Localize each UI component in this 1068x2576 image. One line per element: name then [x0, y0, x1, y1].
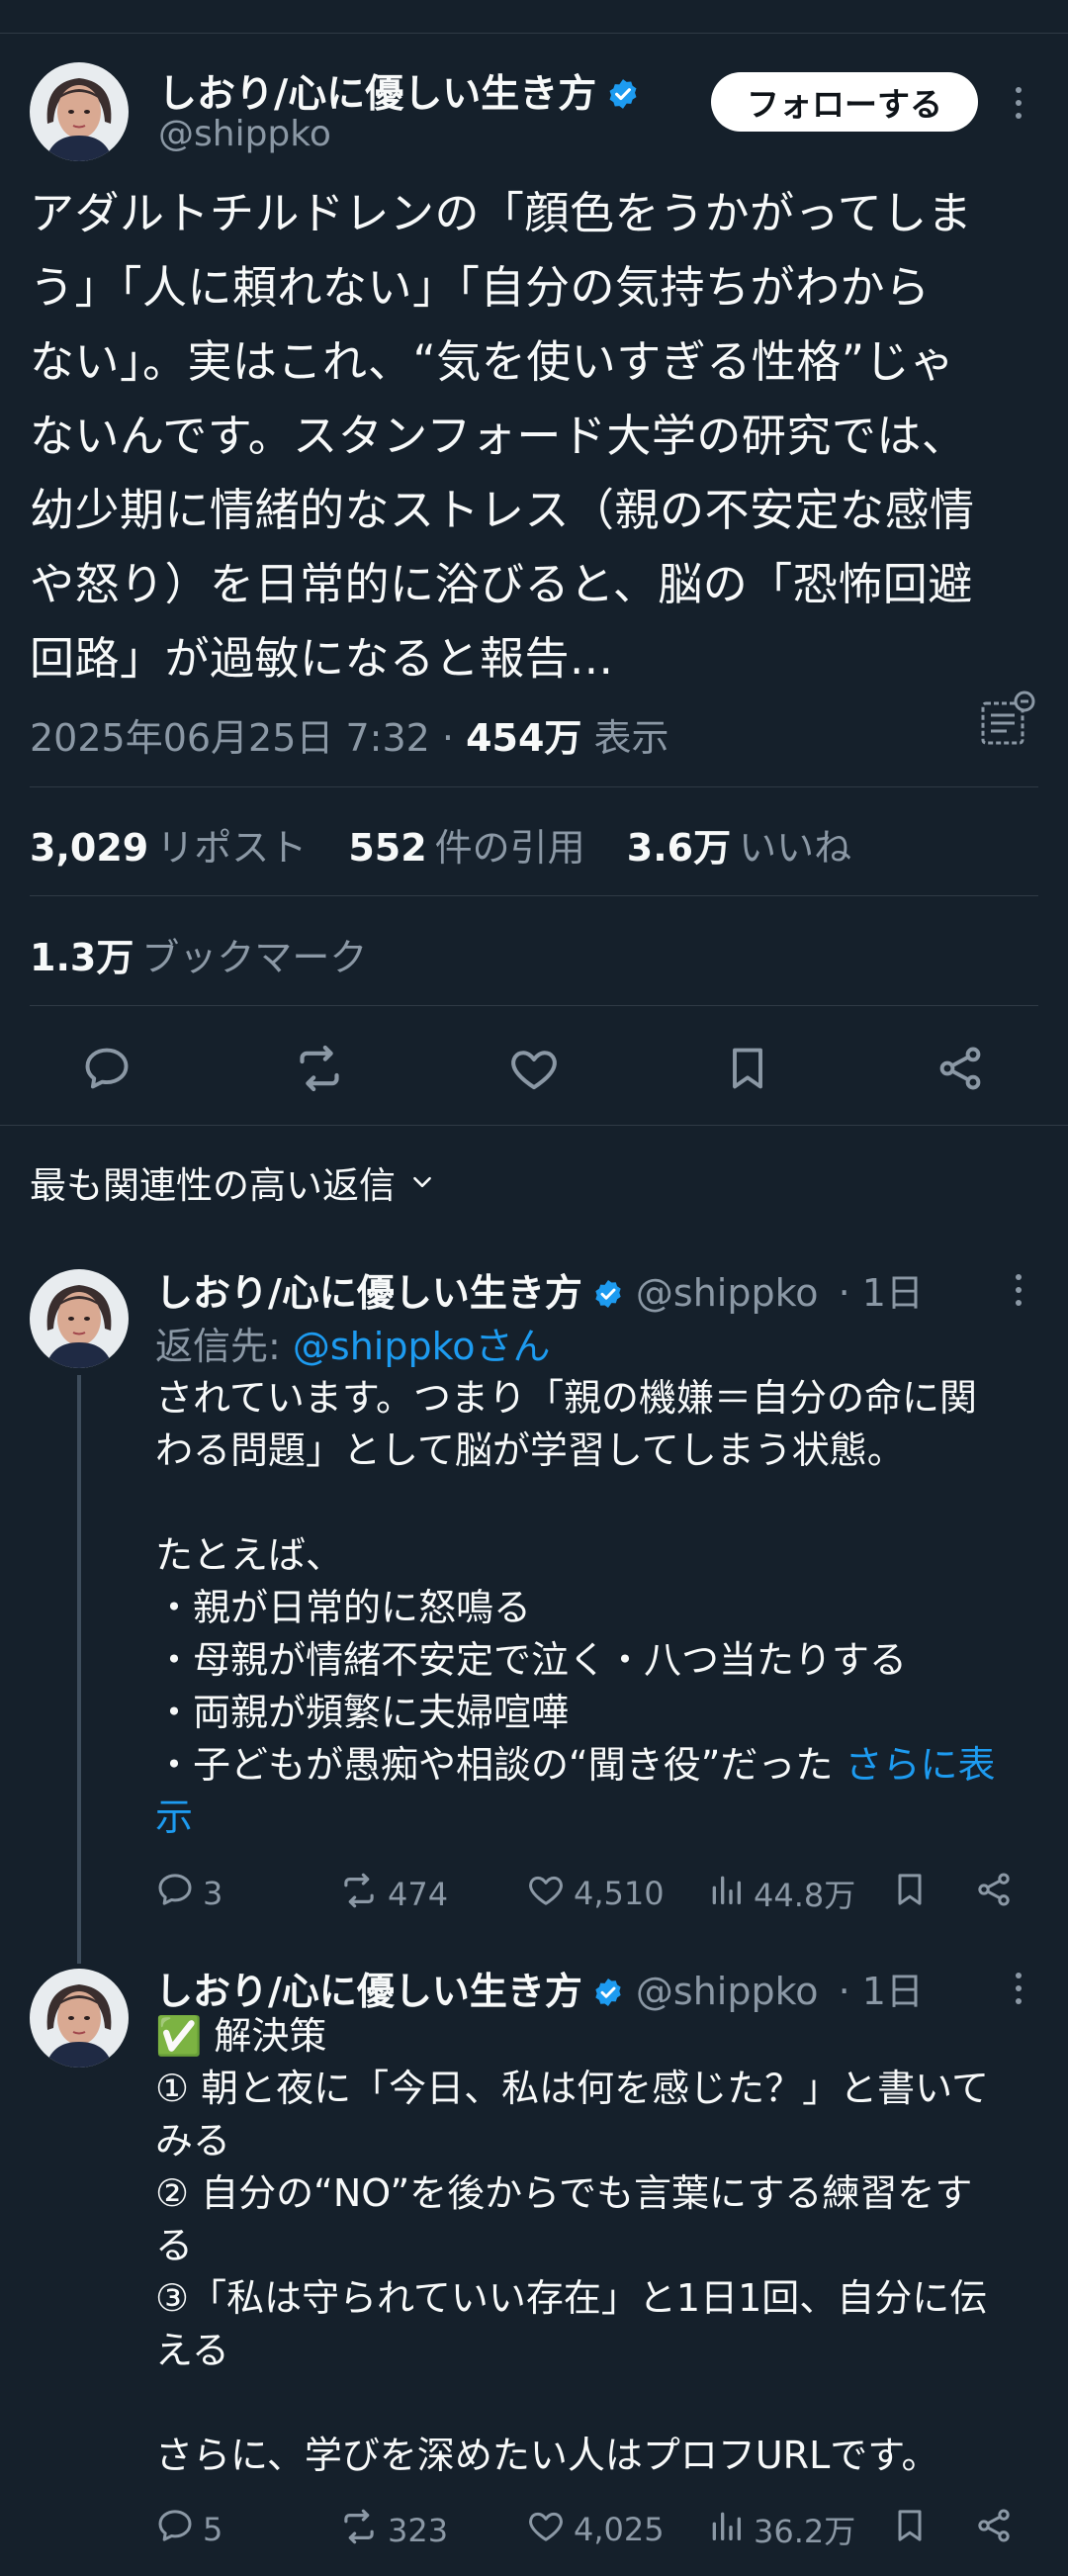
tweet-datetime[interactable]: 2025年06月25日 7:32 — [30, 716, 430, 760]
divider — [30, 895, 1038, 896]
views-icon — [706, 1870, 746, 1917]
translate-icon[interactable] — [979, 690, 1038, 749]
like-count: 4,025 — [574, 2511, 665, 2548]
reply-handle[interactable]: @shippko — [636, 1271, 819, 1315]
reply-sort-label: 最も関連性の高い返信 — [30, 1164, 396, 1207]
reply-views-action[interactable]: 44.8万 — [706, 1870, 855, 1917]
repost-count: 474 — [388, 1876, 449, 1913]
views-icon — [706, 2506, 746, 2553]
views-label: 表示 — [593, 716, 669, 760]
chevron-down-icon — [409, 1161, 435, 1204]
quotes-count: 552 — [348, 826, 427, 870]
repost-icon[interactable] — [292, 1041, 347, 1096]
reply-action-bar: 3 474 4,510 44.8万 — [155, 1870, 1035, 1919]
bookmarks-count: 1.3万 — [30, 936, 134, 979]
reposts-label: リポスト — [156, 826, 308, 870]
views-count: 454万 — [466, 716, 582, 760]
tweet-action-bar — [0, 1029, 1068, 1108]
reply-age: · 1日 — [838, 1271, 924, 1315]
reply-header: しおり/心に優しい生き方 @shippko · 1日 — [155, 1961, 924, 2017]
reply-to-handle-link[interactable]: @shippkoさん — [293, 1325, 551, 1368]
quotes-stat[interactable]: 552 件の引用 — [348, 826, 584, 870]
author-avatar[interactable] — [30, 62, 129, 161]
share-icon[interactable] — [974, 1870, 1014, 1909]
reply-views-action[interactable]: 36.2万 — [706, 2506, 855, 2553]
engagement-stats: 3,029 リポスト 552 件の引用 3.6万 いいね — [30, 817, 881, 872]
reply-handle[interactable]: @shippko — [636, 1970, 819, 2013]
reply-action-bar: 5 323 4,025 36.2万 — [155, 2506, 1035, 2555]
divider — [30, 786, 1038, 787]
author-handle[interactable]: @shippko — [158, 114, 331, 154]
reply-repost-action[interactable]: 474 — [338, 1870, 448, 1919]
reply-icon — [155, 1870, 195, 1917]
reply-avatar[interactable] — [30, 1969, 129, 2068]
reply-repost-action[interactable]: 323 — [338, 2506, 448, 2555]
top-divider — [0, 33, 1068, 34]
reply-count: 5 — [203, 2511, 223, 2548]
verified-badge-icon — [606, 76, 640, 121]
reply-author-name[interactable]: しおり/心に優しい生き方 — [155, 1271, 582, 1315]
reply-text-body: されています。つまり「親の機嫌＝自分の命に関 わる問題」として脳が学習してしまう… — [155, 1376, 978, 1787]
reply-to-label: 返信先: — [155, 1325, 293, 1368]
tweet-meta: 2025年06月25日 7:32 · 454万 表示 — [30, 707, 669, 762]
reply-text: ✅ 解決策 ① 朝と夜に「今日、私は何を感じた？」と書いて みる ② 自分の“N… — [155, 2014, 990, 2477]
reply-sort-dropdown[interactable]: 最も関連性の高い返信 — [30, 1155, 435, 1209]
reply-like-action[interactable]: 4,025 — [526, 2506, 665, 2553]
share-icon[interactable] — [974, 2506, 1014, 2545]
likes-count: 3.6万 — [626, 826, 732, 870]
reply-to-line: 返信先: @shippkoさん — [155, 1316, 550, 1370]
divider — [30, 1005, 1038, 1006]
reply-reply-action[interactable]: 5 — [155, 2506, 222, 2553]
reply-count: 3 — [203, 1875, 223, 1912]
bookmark-icon[interactable] — [890, 1870, 930, 1909]
reply-like-action[interactable]: 4,510 — [526, 1870, 665, 1917]
repost-icon — [338, 1870, 380, 1919]
author-name-text[interactable]: しおり/心に優しい生き方 — [158, 72, 596, 117]
heart-icon — [526, 2506, 566, 2553]
likes-label: いいね — [739, 826, 852, 870]
thread-connector-line — [77, 1375, 81, 1964]
verified-badge-icon — [592, 1275, 624, 1319]
reposts-stat[interactable]: 3,029 リポスト — [30, 826, 307, 870]
views-count: 44.8万 — [754, 1877, 856, 1914]
tweet-text: アダルトチルドレンの「顔色をうかがってしま う」「人に頼れない」「自分の気持ちが… — [30, 187, 975, 685]
like-count: 4,510 — [574, 1875, 665, 1912]
author-name[interactable]: しおり/心に優しい生き方 — [158, 63, 640, 121]
repost-icon — [338, 2506, 380, 2555]
section-divider — [0, 1125, 1068, 1126]
reply-icon — [155, 2506, 195, 2553]
reply-header: しおり/心に優しい生き方 @shippko · 1日 — [155, 1262, 924, 1319]
quotes-label: 件の引用 — [434, 826, 585, 870]
bookmarks-label: ブックマーク — [141, 936, 368, 979]
heart-icon[interactable] — [506, 1041, 562, 1096]
meta-dot: · — [441, 716, 467, 760]
heart-icon — [526, 1870, 566, 1917]
views-count: 36.2万 — [754, 2513, 856, 2550]
reply-text: されています。つまり「親の機嫌＝自分の命に関 わる問題」として脳が学習してしまう… — [155, 1372, 1035, 1844]
more-options-icon[interactable] — [1007, 83, 1030, 123]
reply-avatar[interactable] — [30, 1269, 129, 1368]
reply-age: · 1日 — [838, 1970, 924, 2013]
reply-author-name[interactable]: しおり/心に優しい生き方 — [155, 1970, 582, 2013]
share-icon[interactable] — [933, 1041, 988, 1096]
likes-stat[interactable]: 3.6万 いいね — [627, 826, 851, 870]
bookmarks-stat[interactable]: 1.3万 ブックマーク — [30, 927, 367, 981]
follow-button[interactable]: フォローする — [711, 72, 978, 132]
bookmark-icon[interactable] — [890, 2506, 930, 2545]
reply-icon[interactable] — [79, 1041, 134, 1096]
repost-count: 323 — [388, 2512, 449, 2549]
reply-reply-action[interactable]: 3 — [155, 1870, 222, 1917]
bookmark-icon[interactable] — [720, 1041, 775, 1096]
reposts-count: 3,029 — [30, 826, 149, 870]
more-options-icon[interactable] — [1007, 1969, 1030, 2008]
more-options-icon[interactable] — [1007, 1270, 1030, 1310]
